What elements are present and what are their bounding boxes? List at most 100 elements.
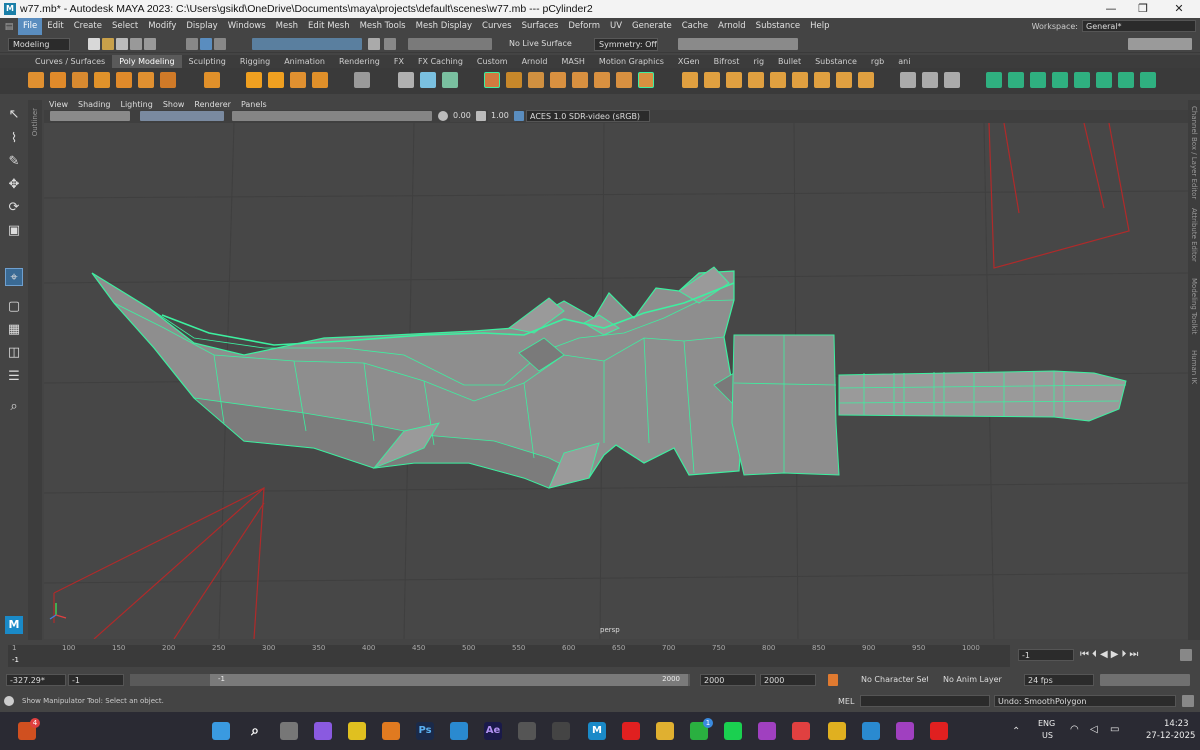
perspective-viewport[interactable]: persp <box>44 123 1188 639</box>
panel-menu-view[interactable]: View <box>44 100 73 110</box>
menu-deform[interactable]: Deform <box>563 18 605 35</box>
shelf-tab-rgb[interactable]: rgb <box>864 55 891 68</box>
workspace-dropdown[interactable]: General* <box>1082 20 1196 32</box>
custom-script-4-icon[interactable] <box>1052 72 1068 88</box>
channel-box-tab[interactable]: Channel Box / Layer Editor <box>1190 106 1198 199</box>
search-icon[interactable]: ⌕ <box>246 722 264 740</box>
task-view-icon[interactable] <box>280 722 298 740</box>
shelf-tab-substance[interactable]: Substance <box>808 55 864 68</box>
scale-tool-icon[interactable]: ▣ <box>5 222 23 240</box>
app-icon-3[interactable] <box>862 722 880 740</box>
menu-generate[interactable]: Generate <box>627 18 677 35</box>
extrude-icon[interactable] <box>528 72 544 88</box>
redo-icon[interactable] <box>144 38 156 50</box>
select-object-icon[interactable] <box>200 38 212 50</box>
select-tool-icon[interactable]: ↖ <box>5 106 23 124</box>
fps-dropdown[interactable]: 24 fps <box>1024 674 1094 686</box>
symmetry-dropdown[interactable]: Symmetry: Off <box>594 38 658 51</box>
fill-hole-icon[interactable] <box>594 72 610 88</box>
lock-icon[interactable] <box>368 38 380 50</box>
range-slider-track[interactable]: -1 2000 <box>130 674 690 686</box>
poly-plane-icon[interactable] <box>138 72 154 88</box>
battery-icon[interactable]: ▭ <box>1110 724 1119 735</box>
exposure-icon[interactable] <box>438 111 448 121</box>
current-time-field[interactable]: -1 <box>1018 649 1074 661</box>
human-ik-tab[interactable]: Human IK <box>1190 350 1198 384</box>
volume-icon[interactable]: ◁ <box>1090 724 1098 735</box>
select-component-icon[interactable] <box>214 38 226 50</box>
attribute-editor-tab[interactable]: Attribute Editor <box>1190 208 1198 262</box>
shelf-tab-poly-modeling[interactable]: Poly Modeling <box>112 55 182 68</box>
mirror-icon[interactable] <box>506 72 522 88</box>
smooth-icon[interactable] <box>420 72 436 88</box>
combine-icon[interactable] <box>354 72 370 88</box>
app-icon[interactable] <box>518 722 536 740</box>
rotate-tool-icon[interactable]: ⟳ <box>5 199 23 217</box>
sculpt-icon[interactable] <box>944 72 960 88</box>
shelf-tab-bifrost[interactable]: Bifrost <box>707 55 747 68</box>
menu-select[interactable]: Select <box>107 18 143 35</box>
menu-display[interactable]: Display <box>181 18 222 35</box>
poly-cylinder-icon[interactable] <box>72 72 88 88</box>
poly-platonic-icon[interactable] <box>204 72 220 88</box>
custom-script-3-icon[interactable] <box>1030 72 1046 88</box>
mode-dropdown[interactable]: Modeling <box>8 38 70 51</box>
poly-cube-icon[interactable] <box>50 72 66 88</box>
quad-draw-icon[interactable] <box>748 72 764 88</box>
panel-toggle-icons[interactable] <box>1128 38 1192 50</box>
shelf-tab-bullet[interactable]: Bullet <box>771 55 808 68</box>
instagram-icon[interactable] <box>758 722 776 740</box>
outliner-tab[interactable]: Outliner <box>31 108 39 136</box>
new-scene-icon[interactable] <box>88 38 100 50</box>
playback-start-field[interactable]: -1 <box>68 674 124 686</box>
gamma-field[interactable]: 1.00 <box>488 110 516 122</box>
playback-controls[interactable]: ⏮⏴◀▶⏵⏭ <box>1080 649 1141 660</box>
select-hierarchy-icon[interactable] <box>186 38 198 50</box>
menu-mesh-display[interactable]: Mesh Display <box>411 18 477 35</box>
shelf-tab-rig[interactable]: rig <box>746 55 771 68</box>
panel-menu-renderer[interactable]: Renderer <box>189 100 236 110</box>
obs-icon[interactable] <box>552 722 570 740</box>
sweep-mesh-icon[interactable] <box>268 72 284 88</box>
maya-taskbar-icon[interactable]: M <box>588 722 606 740</box>
menu-substance[interactable]: Substance <box>751 18 805 35</box>
app-icon-2[interactable] <box>792 722 810 740</box>
menu-surfaces[interactable]: Surfaces <box>517 18 564 35</box>
timeline-track[interactable] <box>8 645 1010 667</box>
offset-edge-loop-icon[interactable] <box>704 72 720 88</box>
anim-layer-dropdown[interactable]: No Anim Layer <box>940 674 1006 686</box>
language-indicator[interactable]: ENG <box>1038 719 1055 728</box>
menu-mesh[interactable]: Mesh <box>271 18 303 35</box>
shelf-tab-rigging[interactable]: Rigging <box>233 55 277 68</box>
menu-windows[interactable]: Windows <box>223 18 271 35</box>
menu-create[interactable]: Create <box>69 18 107 35</box>
mel-label[interactable]: MEL <box>838 697 854 706</box>
menu-modify[interactable]: Modify <box>143 18 181 35</box>
modeling-toolkit-tab[interactable]: Modeling Toolkit <box>1190 278 1198 334</box>
close-button[interactable]: ✕ <box>1162 0 1196 18</box>
blender-icon[interactable] <box>382 722 400 740</box>
poly-disc-icon[interactable] <box>160 72 176 88</box>
bridge-icon[interactable] <box>550 72 566 88</box>
auto-key-icon[interactable] <box>828 674 838 686</box>
move-tool-icon[interactable]: ✥ <box>5 176 23 194</box>
colorspace-dropdown[interactable]: ACES 1.0 SDR-video (sRGB) <box>526 110 650 122</box>
zoom-icon[interactable]: ⌕ <box>5 398 23 416</box>
poly-torus-icon[interactable] <box>116 72 132 88</box>
panel-menu-panels[interactable]: Panels <box>236 100 272 110</box>
menu-file[interactable]: File <box>18 18 43 35</box>
menu-tearoff-icon[interactable]: ▤ <box>0 22 18 32</box>
shelf-tab-arnold[interactable]: Arnold <box>515 55 555 68</box>
target-weld-icon[interactable] <box>726 72 742 88</box>
uv-editor-icon[interactable] <box>814 72 830 88</box>
merge-icon[interactable] <box>770 72 786 88</box>
separate-icon[interactable] <box>398 72 414 88</box>
current-frame-marker[interactable]: -1 <box>12 656 19 664</box>
bevel-icon[interactable] <box>572 72 588 88</box>
range-slider-handle[interactable]: -1 2000 <box>210 674 688 686</box>
panel-menu-lighting[interactable]: Lighting <box>115 100 157 110</box>
animation-preferences-icon[interactable] <box>1180 649 1192 661</box>
wifi-icon[interactable]: ◠ <box>1070 724 1079 735</box>
planar-map-icon[interactable] <box>836 72 852 88</box>
display-toggle-icons[interactable] <box>140 111 224 121</box>
